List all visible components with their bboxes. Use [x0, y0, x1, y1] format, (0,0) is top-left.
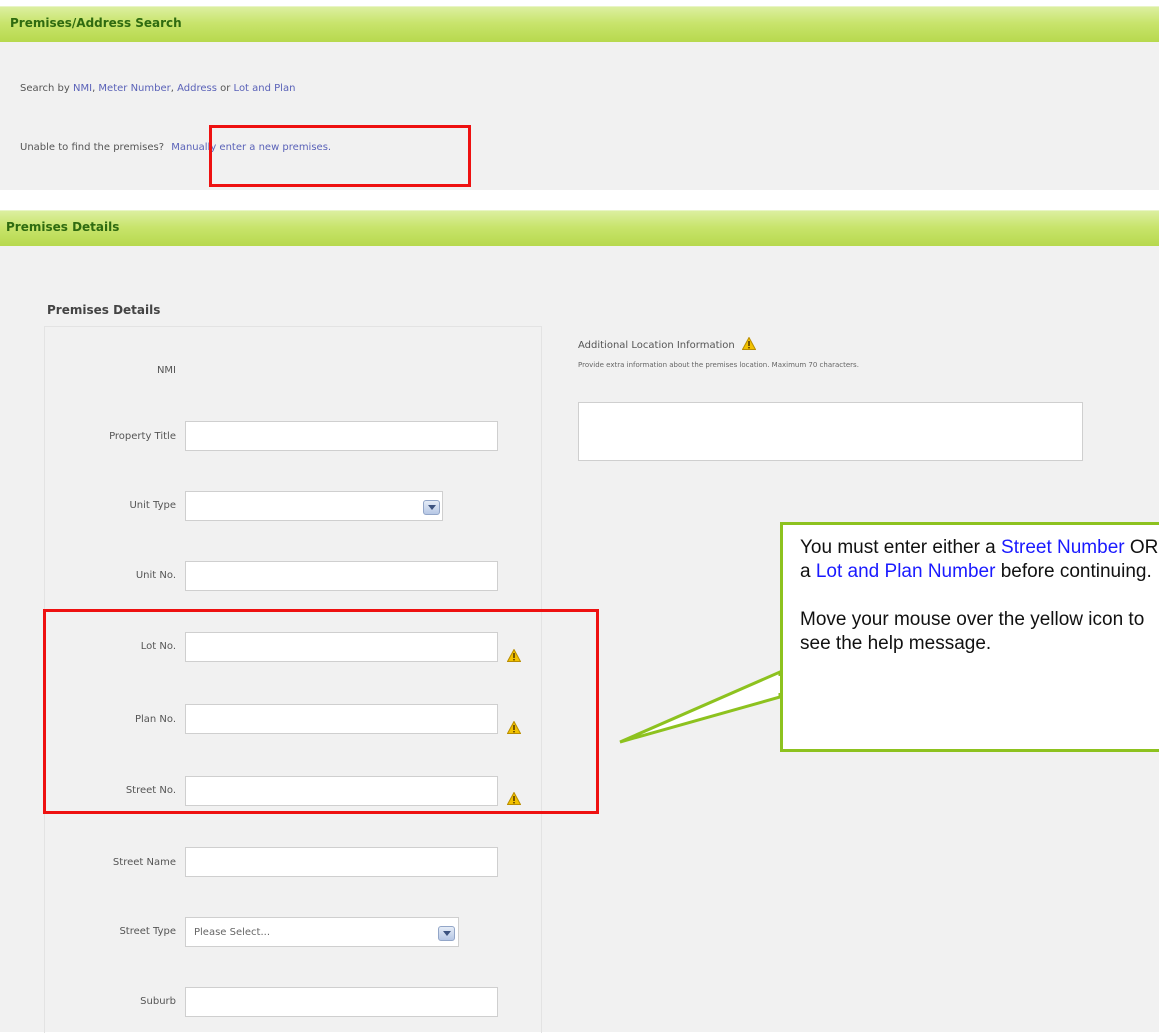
callout-hint: Move your mouse over the yellow icon to …	[800, 609, 1145, 654]
address-link[interactable]: Address	[177, 83, 217, 94]
unit-type-label: Unit Type	[129, 500, 176, 511]
street-type-value: Please Select...	[194, 927, 271, 938]
unable-text: Unable to find the premises?	[20, 142, 165, 153]
search-section-header: Premises/Address Search	[0, 6, 1159, 43]
property-title-label: Property Title	[109, 431, 176, 442]
additional-info-heading: Additional Location Information	[578, 336, 757, 351]
help-callout: You must enter either a Street Number OR…	[780, 522, 1159, 752]
chevron-down-icon[interactable]	[438, 926, 455, 941]
callout-text-a: You must enter either a	[800, 537, 996, 558]
callout-text-c: before continuing.	[1000, 561, 1152, 582]
nmi-label: NMI	[156, 365, 176, 376]
nmi-link[interactable]: NMI	[73, 83, 92, 94]
additional-info-help: Provide extra information about the prem…	[578, 361, 859, 369]
unit-no-label: Unit No.	[135, 570, 176, 581]
details-section-title: Premises Details	[6, 220, 120, 234]
chevron-down-icon[interactable]	[423, 500, 440, 515]
meter-number-link[interactable]: Meter Number	[98, 83, 170, 94]
or-conjunction: or	[220, 83, 231, 94]
unit-type-select[interactable]	[185, 491, 443, 521]
street-name-input[interactable]	[185, 847, 498, 877]
suburb-label: Suburb	[140, 996, 176, 1007]
lot-and-plan-link[interactable]: Lot and Plan	[234, 83, 296, 94]
additional-info-textarea[interactable]	[578, 402, 1083, 461]
property-title-input[interactable]	[185, 421, 498, 451]
search-panel: Search by NMI, Meter Number, Address or …	[0, 42, 1159, 190]
manual-link-highlight	[209, 125, 471, 187]
lot-plan-street-highlight	[43, 609, 599, 814]
warning-icon[interactable]	[741, 336, 757, 350]
search-by-line: Search by NMI, Meter Number, Address or …	[20, 83, 296, 94]
details-section-header: Premises Details	[0, 210, 1159, 247]
street-type-select[interactable]: Please Select...	[185, 917, 459, 947]
callout-street-number: Street Number	[1001, 537, 1125, 558]
additional-info-title: Additional Location Information	[578, 340, 735, 351]
street-name-label: Street Name	[112, 857, 176, 868]
street-type-label: Street Type	[119, 926, 176, 937]
suburb-input[interactable]	[185, 987, 498, 1017]
callout-message: You must enter either a Street Number OR…	[800, 536, 1159, 656]
search-by-prefix: Search by	[20, 83, 70, 94]
details-subheading: Premises Details	[47, 303, 161, 317]
unit-no-input[interactable]	[185, 561, 498, 591]
search-section-title: Premises/Address Search	[10, 16, 182, 30]
callout-lot-plan-number: Lot and Plan Number	[815, 561, 996, 582]
